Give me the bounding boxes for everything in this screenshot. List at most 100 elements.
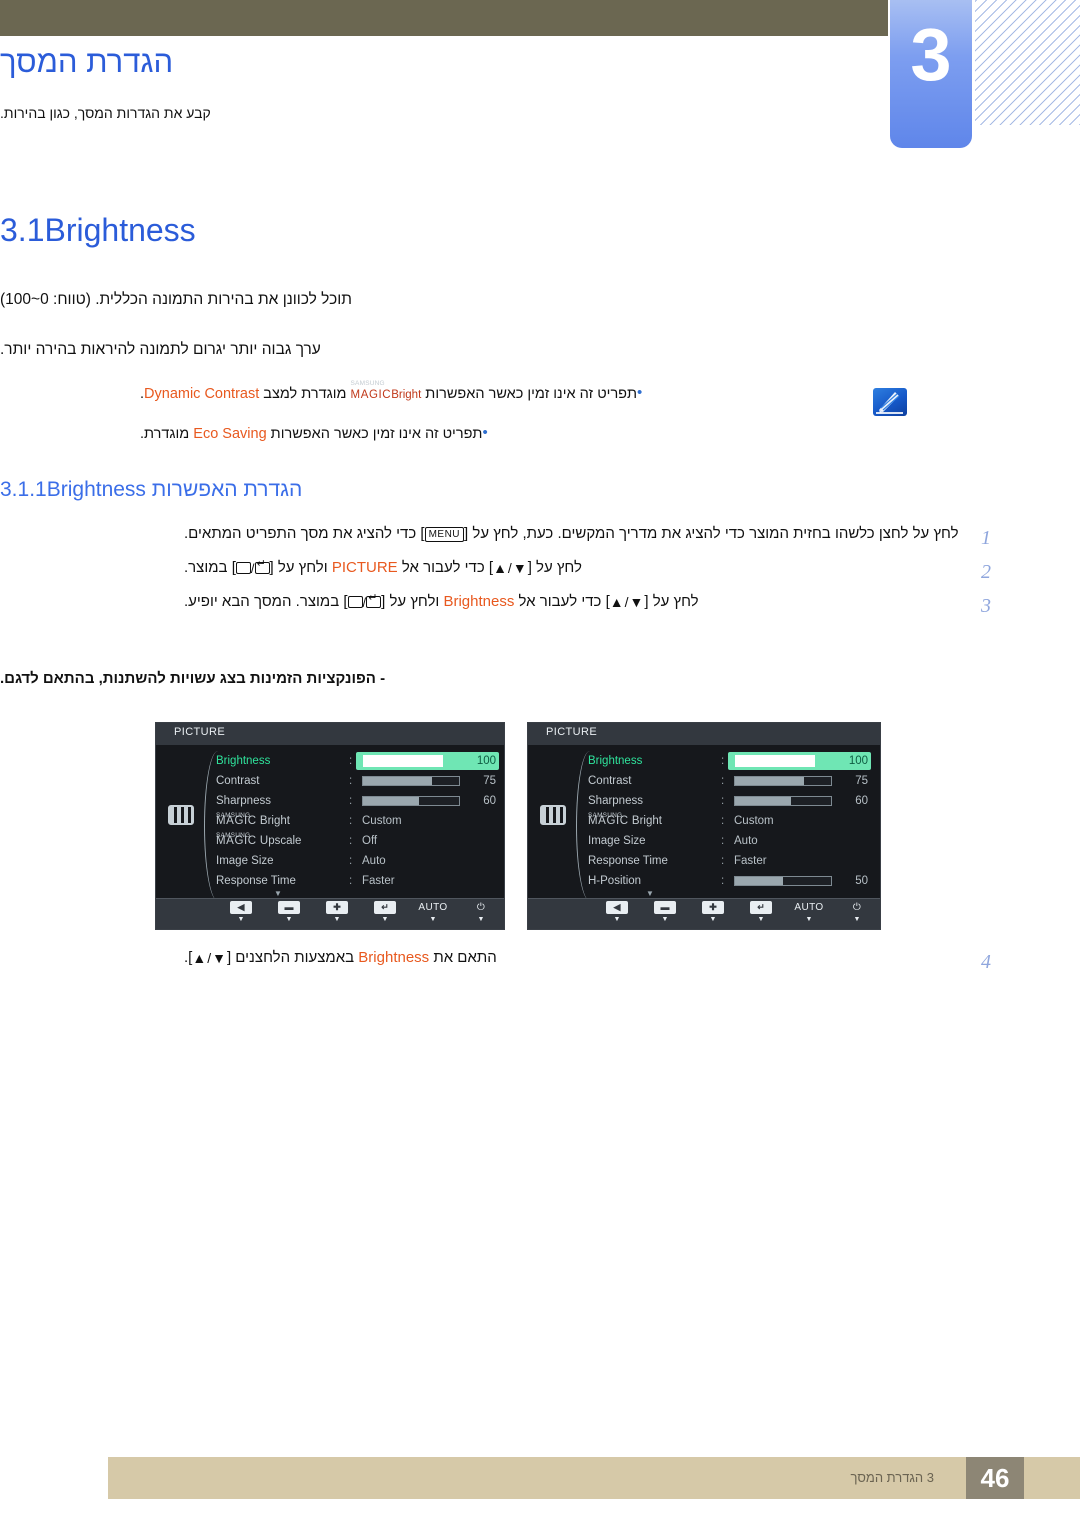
osd-enter-button[interactable]: ↵ ▼ [368, 901, 402, 924]
step3-part-b: ] כדי לעבור אל [514, 593, 610, 610]
chapter-number: 3 [910, 13, 952, 96]
chapter-tab: 3 [890, 0, 972, 148]
osd-slider-track[interactable] [734, 876, 832, 886]
osd-slider-track[interactable] [734, 796, 832, 806]
osd-row-contrast[interactable]: Contrast: 75 [216, 771, 498, 791]
osd-row-sharpness[interactable]: Sharpness:60 [588, 791, 874, 811]
osd-left-rows: Brightness:100 Contrast:75 Sharpness:60 SAM… [216, 751, 499, 891]
osd-slider-value: 60 [855, 795, 868, 807]
enter-button-icon: ↵ [374, 901, 396, 914]
return-glyph-icon [254, 559, 270, 574]
caret-down-icon: ▼ [709, 916, 717, 923]
osd-row-sharpness[interactable]: Sharpness:60 [216, 791, 498, 811]
step2-part-a: לחץ על [ [527, 559, 582, 576]
osd-right-more-indicator: ▼ [646, 889, 654, 898]
step-item-2: 2 לחץ על [▲/▼] כדי לעבור אל PICTURE ולחץ… [0, 556, 1000, 583]
osd-slider-track[interactable] [734, 776, 832, 786]
osd-plus-button[interactable]: ✚ ▼ [320, 901, 354, 924]
bullet-dot-icon: • [637, 384, 643, 401]
osd-row-value: Faster [362, 875, 395, 887]
chapter-title: הגדרת המסך [0, 44, 875, 80]
osd-row-label: Response Time [216, 875, 296, 887]
section-number: 3.1 [0, 212, 45, 248]
osd-row-value: Off [362, 835, 378, 847]
osd-row-image-size[interactable]: Image Size: Auto [588, 831, 874, 851]
osd-slider-track[interactable] [735, 755, 832, 767]
step-text-1: לחץ על לחצן כלשהו בחזית המוצר כדי להציג … [184, 522, 964, 546]
osd-right-toolbar: ◀ ▼ ▬ ▼ ✚ ▼ ↵ ▼ AUTO ▼ ⏻ ▼ [528, 898, 880, 929]
osd-power-button[interactable]: ⏻ ▼ [840, 901, 874, 924]
caret-down-icon: ▼ [429, 916, 437, 923]
osd-row-colon: : [349, 795, 353, 807]
step-item-1: 1 לחץ על לחצן כלשהו בחזית המוצר כדי להצי… [0, 522, 1000, 549]
caret-down-icon: ▼ [285, 916, 293, 923]
caret-down-icon: ▼ [237, 916, 245, 923]
osd-slider-fill [363, 777, 433, 785]
osd-slider-fill [735, 877, 783, 885]
osd-slider-track[interactable] [363, 755, 460, 767]
osd-slider-track[interactable] [362, 796, 460, 806]
step2-part-c: ולחץ על [ [269, 559, 332, 576]
magic-logo: SAMSUNG MAGIC Upscale [216, 831, 301, 851]
enter-button-icon: ↵ [750, 901, 772, 914]
osd-row-colon: : [721, 775, 725, 787]
caret-down-icon: ▼ [805, 916, 813, 923]
osd-power-button[interactable]: ⏻ ▼ [464, 901, 498, 924]
osd-row-label: Response Time [588, 855, 668, 867]
osd-row-response-time[interactable]: Response Time: Faster [216, 871, 498, 891]
osd-row-magic-bright[interactable]: SAMSUNG MAGIC Bright: Custom [588, 811, 874, 831]
subsection-name-en: Brightness [46, 478, 146, 501]
note-bullet-1-text: תפריט זה אינו זמין כאשר האפשרות SAMSUNG M… [140, 380, 637, 402]
chapter-subtitle: קבע את הגדרות המסך, כגון בהירות. [0, 105, 211, 121]
caret-down-icon: ▼ [853, 916, 861, 923]
osd-row-magic-bright[interactable]: SAMSUNG MAGIC Bright: Custom [216, 811, 498, 831]
osd-auto-button[interactable]: AUTO ▼ [416, 901, 450, 924]
osd-row-colon: : [721, 855, 725, 867]
osd-minus-button[interactable]: ▬ ▼ [648, 901, 682, 924]
caret-down-icon: ▼ [381, 916, 389, 923]
section-name: Brightness [44, 212, 196, 248]
osd-row-value: Custom [362, 815, 402, 827]
osd-right-titlebar: PICTURE [528, 723, 880, 746]
box-glyph-icon [235, 562, 251, 574]
magic-samsung-text: SAMSUNG [588, 812, 623, 819]
osd-row-label: Contrast [588, 775, 632, 787]
note2-prefix: תפריט זה אינו זמין כאשר האפשרות [266, 425, 483, 442]
magic-samsung-text: SAMSUNG [350, 380, 385, 387]
footer-page-box: 46 [966, 1457, 1024, 1499]
step-number-4: 4 [981, 951, 991, 973]
osd-row-magic-upscale[interactable]: SAMSUNG MAGIC Upscale: Off [216, 831, 498, 851]
step-item-3: 3 לחץ על [▲/▼] כדי לעבור אל Brightness ו… [0, 590, 1000, 617]
osd-row-image-size[interactable]: Image Size: Auto [216, 851, 498, 871]
osd-row-colon: : [349, 835, 353, 847]
magic-rest-text: Upscale [256, 835, 302, 847]
osd-row-label: Image Size [588, 835, 646, 847]
osd-row-response-time[interactable]: Response Time: Faster [588, 851, 874, 871]
subsection-heading: 3.1.1 הגדרת האפשרות Brightness [0, 478, 1000, 502]
osd-slider-value: 60 [483, 795, 496, 807]
osd-minus-button[interactable]: ▬ ▼ [272, 901, 306, 924]
osd-back-button[interactable]: ◀ ▼ [224, 901, 258, 924]
osd-auto-button[interactable]: AUTO ▼ [792, 901, 826, 924]
osd-enter-button[interactable]: ↵ ▼ [744, 901, 778, 924]
caret-down-icon: ▼ [613, 916, 621, 923]
osd-plus-button[interactable]: ✚ ▼ [696, 901, 730, 924]
osd-back-button[interactable]: ◀ ▼ [600, 901, 634, 924]
step3-part-d: ] במוצר. המסך הבא יופיע. [184, 593, 348, 610]
box-glyph-icon [347, 596, 363, 608]
osd-row-contrast[interactable]: Contrast: 75 [588, 771, 874, 791]
osd-row-colon: : [349, 775, 353, 787]
section-paragraph-2: ערך גבוה יותר יגרום לתמונה להיראות בהירה… [0, 341, 321, 358]
note1-term: Dynamic Contrast [144, 386, 260, 402]
osd-row-brightness[interactable]: Brightness: 100 [216, 751, 499, 771]
osd-left-title: PICTURE [174, 726, 226, 738]
step1-part-a: לחץ על לחצן כלשהו בחזית המוצר כדי להציג … [464, 525, 959, 542]
bullet-dot-icon: • [482, 423, 488, 441]
osd-row-brightness[interactable]: Brightness: 100 [588, 751, 874, 771]
magic-samsung-text: SAMSUNG [216, 812, 251, 819]
osd-row-colon: : [721, 835, 725, 847]
osd-row-colon: : [349, 875, 353, 887]
osd-row-h-position[interactable]: H-Position: 50 [588, 871, 874, 891]
osd-panel-right: PICTURE Brightness:100 Contrast:75 Sharpne… [527, 722, 881, 930]
osd-slider-track[interactable] [362, 776, 460, 786]
